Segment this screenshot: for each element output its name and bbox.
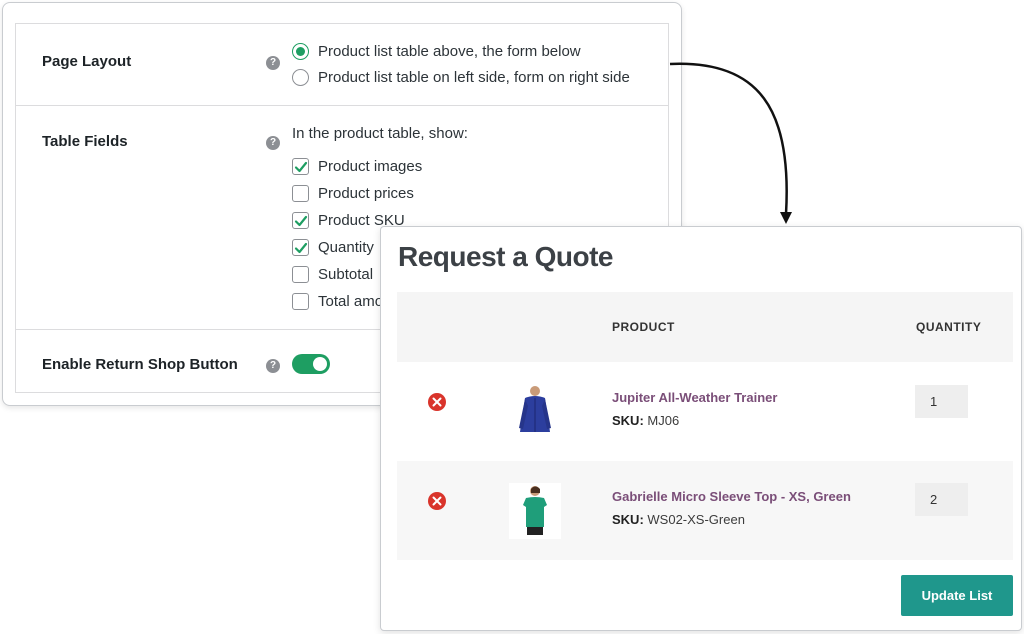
- update-list-button[interactable]: Update List: [901, 575, 1013, 616]
- column-header-product: PRODUCT: [612, 320, 675, 334]
- field-option-subtotal[interactable]: Subtotal: [292, 264, 373, 284]
- remove-item-icon[interactable]: [428, 492, 446, 510]
- layout-option-label: Product list table above, the form below: [318, 42, 581, 60]
- help-icon[interactable]: ?: [266, 56, 280, 70]
- quantity-input[interactable]: [915, 483, 968, 516]
- return-shop-label: Enable Return Shop Button: [42, 356, 238, 373]
- column-header-quantity: QUANTITY: [916, 320, 982, 334]
- layout-option-label: Product list table on left side, form on…: [318, 68, 630, 86]
- help-icon[interactable]: ?: [266, 136, 280, 150]
- layout-option-above-below[interactable]: Product list table above, the form below: [292, 41, 581, 61]
- field-option-label: Quantity: [318, 238, 374, 256]
- table-row: Jupiter All-Weather Trainer SKU: MJ06: [397, 362, 1013, 461]
- checkbox-checked-icon[interactable]: [292, 211, 309, 229]
- sku-value: WS02-XS-Green: [647, 512, 745, 527]
- quote-panel: Request a Quote PRODUCT QUANTITY Jupiter…: [380, 226, 1022, 631]
- field-option-label: Product images: [318, 157, 423, 175]
- quote-table: PRODUCT QUANTITY Jupiter All-Weather Tra…: [397, 292, 1013, 560]
- checkbox-unchecked-icon[interactable]: [292, 184, 309, 202]
- sku-label: SKU:: [612, 512, 644, 527]
- return-shop-toggle[interactable]: [292, 354, 330, 374]
- product-name-link[interactable]: Jupiter All-Weather Trainer: [612, 390, 777, 405]
- checkbox-checked-icon[interactable]: [292, 238, 309, 256]
- table-fields-intro: In the product table, show:: [292, 125, 468, 142]
- radio-unselected-icon[interactable]: [292, 68, 309, 86]
- remove-item-icon[interactable]: [428, 393, 446, 411]
- radio-selected-icon[interactable]: [292, 42, 309, 60]
- quantity-input[interactable]: [915, 385, 968, 418]
- product-sku: SKU: WS02-XS-Green: [612, 512, 745, 527]
- quote-title: Request a Quote: [398, 241, 613, 272]
- blue-jacket-thumbnail-icon[interactable]: [509, 382, 561, 438]
- layout-option-left-right[interactable]: Product list table on left side, form on…: [292, 67, 630, 87]
- checkbox-unchecked-icon[interactable]: [292, 265, 309, 283]
- help-icon[interactable]: ?: [266, 359, 280, 373]
- checkbox-checked-icon[interactable]: [292, 157, 309, 175]
- field-option-label: Total amo: [318, 292, 384, 310]
- quote-table-header: PRODUCT QUANTITY: [397, 292, 1013, 362]
- field-option-total-amount[interactable]: Total amo: [292, 291, 383, 311]
- sku-label: SKU:: [612, 413, 644, 428]
- table-row: Gabrielle Micro Sleeve Top - XS, Green S…: [397, 461, 1013, 560]
- product-sku: SKU: MJ06: [612, 413, 679, 428]
- table-fields-label: Table Fields: [42, 133, 128, 150]
- product-name-link[interactable]: Gabrielle Micro Sleeve Top - XS, Green: [612, 489, 851, 504]
- field-option-product-prices[interactable]: Product prices: [292, 183, 414, 203]
- green-top-thumbnail-icon[interactable]: [509, 483, 561, 539]
- page-layout-row: Page Layout ? Product list table above, …: [16, 24, 668, 106]
- field-option-label: Subtotal: [318, 265, 374, 283]
- checkbox-unchecked-icon[interactable]: [292, 292, 309, 310]
- sku-value: MJ06: [647, 413, 680, 428]
- field-option-label: Product prices: [318, 184, 414, 202]
- page-layout-label: Page Layout: [42, 53, 132, 70]
- field-option-quantity[interactable]: Quantity: [292, 237, 374, 257]
- field-option-product-images[interactable]: Product images: [292, 156, 422, 176]
